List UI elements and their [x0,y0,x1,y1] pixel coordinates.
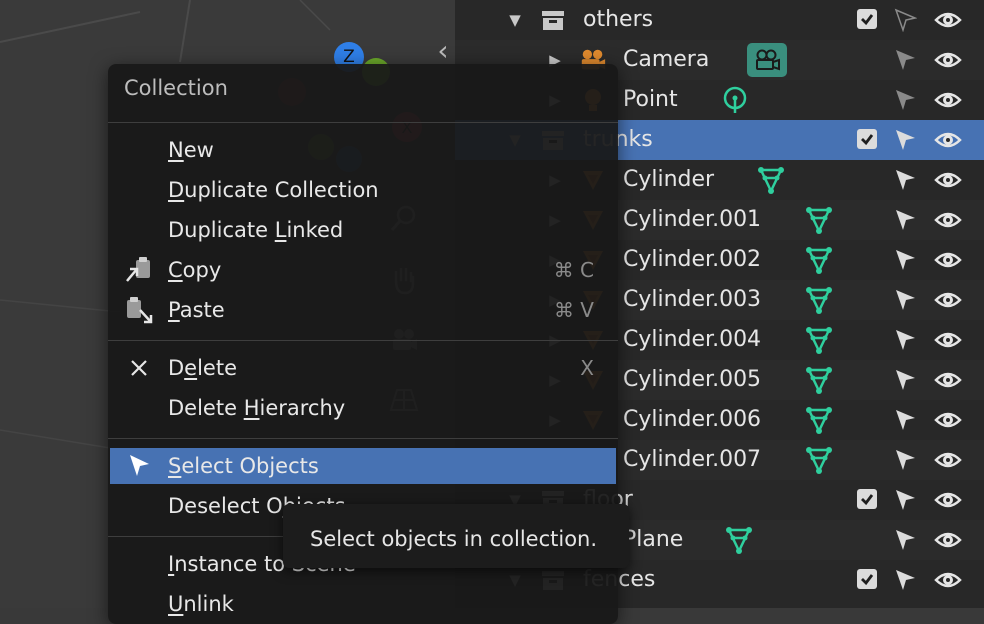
selectable-arrow-icon[interactable] [893,328,917,352]
menu-item-shortcut: ⌘ V [553,298,594,322]
menu-item-paste[interactable]: Paste ⌘ V [110,292,616,328]
menu-item-unlink[interactable]: Unlink [110,586,616,622]
eye-visibility-icon[interactable] [934,248,962,272]
menu-separator [108,122,618,123]
selectable-arrow-icon[interactable] [893,288,917,312]
menu-item-copy[interactable]: Copy ⌘ C [110,252,616,288]
menu-item-label: Paste [168,298,225,322]
selectable-arrow-icon[interactable] [893,48,917,72]
outliner-item-label[interactable]: Plane [623,520,683,560]
menu-item-label: Delete Hierarchy [168,396,346,420]
collapse-sidebar-chevron[interactable]: ‹ [434,36,452,66]
mesh-data-icon[interactable] [803,444,835,476]
eye-visibility-icon[interactable] [934,208,962,232]
menu-item-delete[interactable]: Delete X [110,350,616,386]
mesh-data-icon[interactable] [803,324,835,356]
mesh-data-icon[interactable] [723,524,755,556]
eye-visibility-icon[interactable] [934,448,962,472]
outliner-item-label[interactable]: others [583,0,653,40]
outliner-item-label[interactable]: Cylinder.006 [623,400,761,440]
menu-item-label: Duplicate Linked [168,218,344,242]
outliner-item-label[interactable]: Cylinder.002 [623,240,761,280]
selectable-arrow-icon[interactable] [893,8,918,33]
delete-x-icon [124,354,154,382]
selectable-arrow-icon[interactable] [893,528,917,552]
selectable-arrow-icon[interactable] [893,448,917,472]
menu-item-shortcut: ⌘ C [553,258,594,282]
menu-item-label: Delete [168,356,238,380]
eye-visibility-icon[interactable] [934,568,962,592]
eye-visibility-icon[interactable] [934,168,962,192]
menu-separator [108,438,618,439]
eye-visibility-icon[interactable] [934,48,962,72]
outliner-item-label[interactable]: Cylinder.004 [623,320,761,360]
camera-data-icon[interactable] [747,43,787,77]
selectable-arrow-icon[interactable] [893,488,917,512]
outliner-item-label[interactable]: Cylinder.001 [623,200,761,240]
mesh-data-icon[interactable] [803,244,835,276]
outliner-item-label[interactable]: Cylinder.007 [623,440,761,480]
selectable-arrow-icon[interactable] [893,248,917,272]
exclude-checkbox[interactable] [857,9,877,29]
tooltip: Select objects in collection. [283,504,629,568]
menu-item-label: Unlink [168,592,234,616]
selectable-arrow-icon[interactable] [893,408,917,432]
eye-visibility-icon[interactable] [934,408,962,432]
menu-item-delete-hierarchy[interactable]: Delete Hierarchy [110,390,616,426]
menu-item-duplicate-linked[interactable]: Duplicate Linked [110,212,616,248]
mesh-data-icon[interactable] [803,364,835,396]
selectable-arrow-icon[interactable] [893,368,917,392]
selectable-arrow-icon[interactable] [893,208,917,232]
outliner-row-others[interactable]: ▼ others [455,0,984,40]
paste-icon [124,296,154,324]
eye-visibility-icon[interactable] [934,8,962,32]
selectable-arrow-icon[interactable] [893,88,917,112]
light-data-icon[interactable] [719,84,751,116]
eye-visibility-icon[interactable] [934,368,962,392]
mesh-data-icon[interactable] [803,284,835,316]
tooltip-text: Select objects in collection. [310,527,598,551]
mesh-data-icon[interactable] [803,204,835,236]
outliner-item-label[interactable]: Cylinder.003 [623,280,761,320]
selectable-arrow-icon[interactable] [893,568,917,592]
menu-title: Collection [124,76,228,100]
mesh-data-icon[interactable] [755,164,787,196]
cursor-arrow-icon [124,452,154,480]
exclude-checkbox[interactable] [857,569,877,589]
menu-item-new[interactable]: New [110,132,616,168]
menu-item-select-objects[interactable]: Select Objects [110,448,616,484]
collection-icon [539,6,567,34]
copy-icon [124,256,154,284]
exclude-checkbox[interactable] [857,129,877,149]
menu-item-duplicate-collection[interactable]: Duplicate Collection [110,172,616,208]
eye-visibility-icon[interactable] [934,328,962,352]
eye-visibility-icon[interactable] [934,288,962,312]
disclosure-triangle-down-icon[interactable]: ▼ [495,0,535,40]
selectable-arrow-icon[interactable] [893,128,917,152]
selectable-arrow-icon[interactable] [893,168,917,192]
eye-visibility-icon[interactable] [934,128,962,152]
outliner-item-label[interactable]: Point [623,80,678,120]
eye-visibility-icon[interactable] [934,528,962,552]
menu-item-label: Copy [168,258,222,282]
eye-visibility-icon[interactable] [934,488,962,512]
menu-item-label: Select Objects [168,454,319,478]
menu-separator [108,340,618,341]
menu-item-label: Duplicate Collection [168,178,379,202]
menu-item-shortcut: X [580,356,594,380]
outliner-item-label[interactable]: Camera [623,40,709,80]
exclude-checkbox[interactable] [857,489,877,509]
menu-item-label: New [168,138,214,162]
outliner-item-label[interactable]: Cylinder [623,160,714,200]
mesh-data-icon[interactable] [803,404,835,436]
outliner-item-label[interactable]: Cylinder.005 [623,360,761,400]
eye-visibility-icon[interactable] [934,88,962,112]
